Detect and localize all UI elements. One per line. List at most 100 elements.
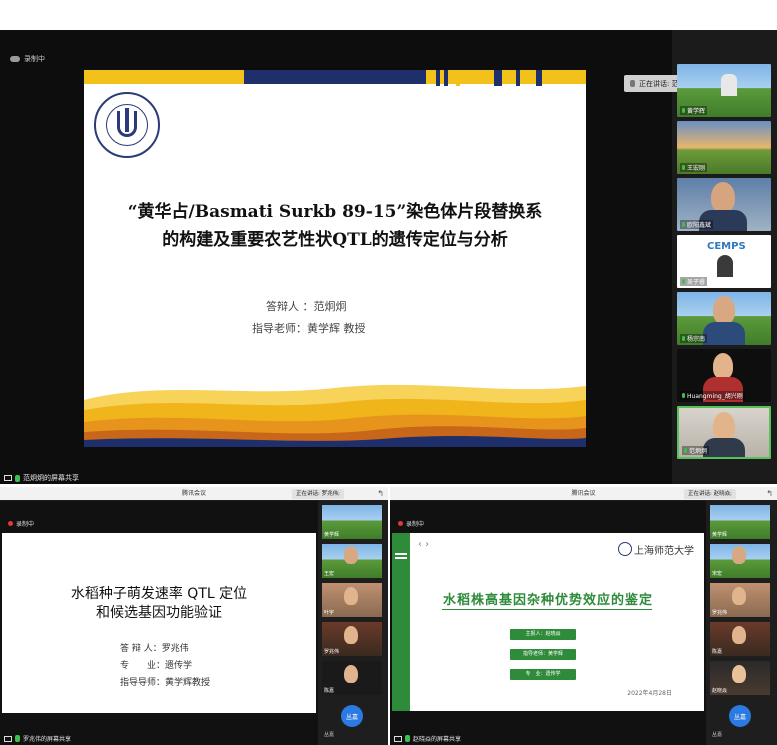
microphone-icon: [15, 735, 20, 742]
self-name: 丛嘉: [712, 732, 723, 738]
participant-video[interactable]: Huangming_胡兴刚: [677, 349, 771, 402]
slide-info: 答辩人 ：范炯炯 指导老师：黄学辉 教授: [252, 296, 366, 340]
participant-video[interactable]: 叶宇: [322, 583, 382, 617]
speaking-label: 正在讲话: 罗兆伟;: [296, 491, 340, 497]
slide-header-stripe: [436, 70, 440, 86]
participant-video[interactable]: 黄学辉: [677, 64, 771, 117]
avatar-body: [703, 438, 745, 457]
participant-name: 王宏刚: [680, 163, 708, 172]
sharer-label: 罗兆伟的屏幕共享: [23, 736, 72, 743]
participant-video[interactable]: 罗兆伟: [322, 622, 382, 656]
avatar: [732, 665, 746, 683]
participant-video[interactable]: 宋宏: [710, 544, 770, 578]
screen-share-icon: [4, 475, 12, 481]
slide-header-bar: [426, 70, 586, 84]
slide-title: “黄华占/Basmati Surkb 89-15”染色体片段替换系 的构建及重要…: [104, 198, 566, 254]
participant-video[interactable]: 王宏刚: [677, 121, 771, 174]
participant-name: 黄学辉: [712, 532, 728, 538]
avatar: [344, 626, 358, 644]
participant-video[interactable]: 陈嘉: [322, 661, 382, 695]
avatar: [717, 255, 733, 277]
shared-screen-area: 录制中 ‹ › 上海师范大学 水稻株高基因杂种优势效应的鉴定 主报人：赵晓焱 指…: [390, 501, 706, 745]
recording-indicator[interactable]: 录制中: [8, 519, 34, 528]
slide-title-line: 和候选基因功能验证: [96, 605, 222, 621]
avatar: [713, 353, 733, 379]
info-line: 指导导师：黄学辉教授: [120, 678, 211, 688]
recording-indicator[interactable]: 录制中: [10, 54, 45, 64]
participant-video[interactable]: 王宏: [322, 544, 382, 578]
info-line: 专 业：遗传学: [120, 661, 193, 671]
logo-mark: [125, 108, 129, 132]
avatar: [713, 296, 735, 324]
participant-video[interactable]: 陈嘉: [710, 622, 770, 656]
participant-name: 杨宗南: [680, 334, 708, 343]
avatar: [711, 182, 735, 212]
user-avatar-button[interactable]: 丛嘉: [729, 705, 751, 727]
info-pill: 专 业：遗传学: [510, 669, 576, 680]
microphone-icon: [15, 474, 20, 482]
participant-name: 罗兆伟: [324, 649, 340, 655]
avatar: [732, 587, 746, 605]
slide-header-stripe: [536, 70, 542, 86]
title-underline: [442, 609, 652, 610]
slide-header-stripe: [456, 70, 460, 86]
info-pill: 指导老师：黄学辉: [510, 649, 576, 660]
school-name: 上海师范大学: [634, 546, 694, 557]
slide-sidebar-line: [395, 553, 407, 555]
participant-video[interactable]: 赵晓焱: [710, 661, 770, 695]
slide-header-stripe: [444, 70, 448, 86]
screen-share-icon: [4, 735, 12, 742]
defender-line: 答辩人 ：范炯炯: [266, 300, 347, 313]
slide-title: 水稻株高基因杂种优势效应的鉴定: [442, 593, 653, 608]
participant-name: 陈嘉: [324, 688, 335, 694]
avatar: [732, 546, 746, 564]
screen-share-icon: [394, 735, 402, 742]
participant-video[interactable]: 杨宗南: [677, 292, 771, 345]
recording-indicator[interactable]: 录制中: [398, 519, 424, 528]
participant-name: 赵晓焱: [712, 688, 728, 694]
participant-name: 欧阳鑫斌: [680, 220, 714, 229]
participant-name: 王宏: [324, 571, 335, 577]
microphone-icon: [630, 80, 635, 87]
window-title: 腾讯会议: [571, 490, 596, 497]
participant-video-active[interactable]: 范炯炯: [677, 406, 771, 459]
participant-video[interactable]: 黄学辉: [710, 505, 770, 539]
presentation-slide: 水稻种子萌发速率 QTL 定位 和候选基因功能验证 答 辩 人：罗兆伟 专 业：…: [2, 533, 316, 713]
university-logo: [618, 542, 632, 556]
record-dot-icon: [8, 521, 13, 526]
recording-label: 录制中: [24, 55, 45, 63]
slide-header-stripe: [494, 70, 502, 86]
sharer-label: 范炯炯的屏幕共享: [23, 474, 79, 482]
user-avatar-button[interactable]: 丛嘉: [341, 705, 363, 727]
slide-wave-decoration: [84, 384, 586, 447]
participant-name: 吴子睿: [680, 277, 708, 286]
share-arrow-icon[interactable]: ↰: [766, 489, 773, 498]
participant-name: 宋宏: [712, 571, 723, 577]
slide-header-stripe: [516, 70, 520, 86]
speaking-indicator: 正在讲话: 罗兆伟;: [292, 489, 344, 499]
window-title: 腾讯会议: [181, 490, 206, 497]
shared-screen-area: 录制中 水稻种子萌发速率 QTL 定位 和候选基因功能验证 答 辩 人：罗兆伟 …: [0, 501, 318, 745]
presentation-slide: ‹ › 上海师范大学 水稻株高基因杂种优势效应的鉴定 主报人：赵晓焱 指导老师：…: [392, 533, 704, 711]
participant-name: 黄学辉: [680, 106, 708, 115]
presentation-slide: “黄华占/Basmati Surkb 89-15”染色体片段替换系 的构建及重要…: [84, 70, 586, 447]
advisor-line: 指导老师：黄学辉 教授: [252, 322, 366, 335]
participant-video[interactable]: 欧阳鑫斌: [677, 178, 771, 231]
participant-video[interactable]: 黄学辉: [322, 505, 382, 539]
share-arrow-icon[interactable]: ↰: [377, 489, 384, 498]
microphone-icon: [405, 735, 410, 742]
participant-name: 陈嘉: [712, 649, 723, 655]
cemps-logo: CEMPS: [707, 241, 746, 252]
university-logo: [94, 92, 160, 158]
participant-video[interactable]: CEMPS 吴子睿: [677, 235, 771, 288]
slide-sidebar-line: [395, 557, 407, 559]
slide-title-line: 水稻种子萌发速率 QTL 定位: [70, 586, 248, 602]
slide-nav-arrows[interactable]: ‹ ›: [418, 539, 429, 550]
avatar: [721, 74, 737, 96]
slide-title: 水稻种子萌发速率 QTL 定位 和候选基因功能验证: [2, 585, 316, 623]
recording-label: 录制中: [16, 521, 35, 528]
sharer-label: 赵晓焱的屏幕共享: [413, 736, 462, 743]
screen-share-indicator: 赵晓焱的屏幕共享: [394, 734, 461, 743]
cloud-record-icon: [10, 56, 20, 62]
participant-video[interactable]: 罗兆伟: [710, 583, 770, 617]
